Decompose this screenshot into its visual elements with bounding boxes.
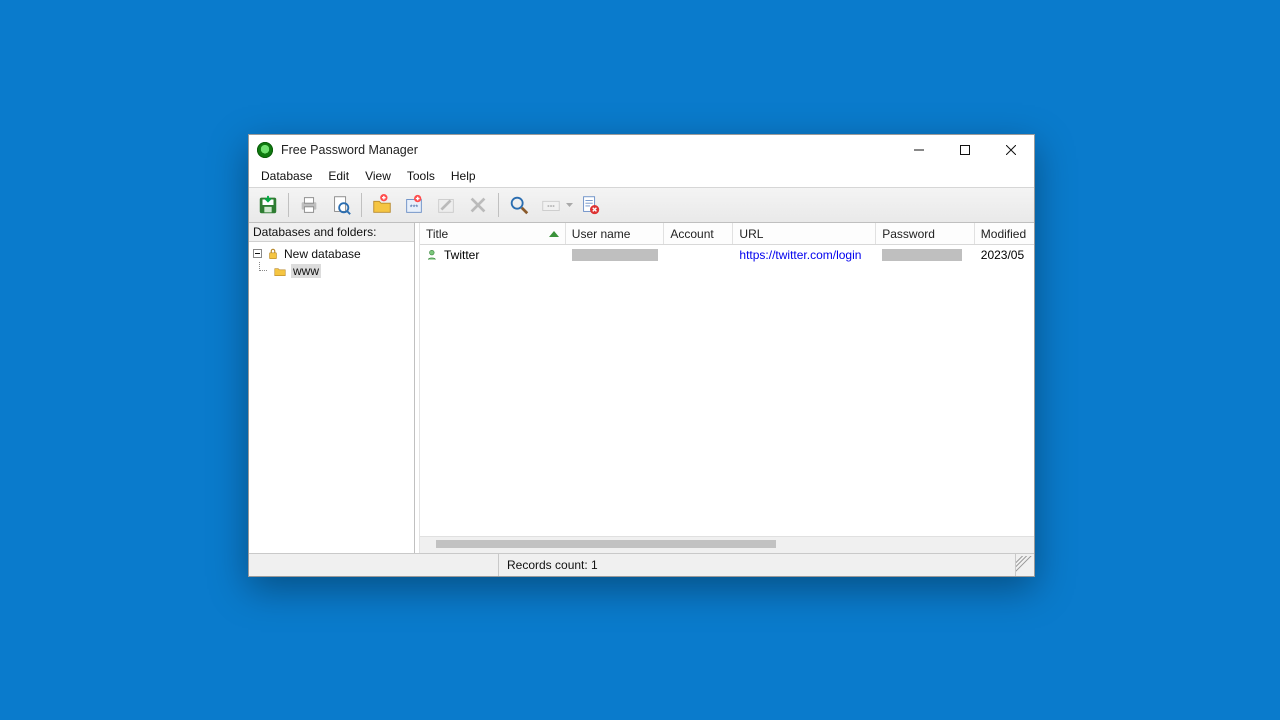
entry-url-cell: https://twitter.com/login <box>733 248 876 262</box>
save-database-button[interactable] <box>253 190 283 220</box>
entry-user-cell <box>566 249 665 261</box>
page-delete-icon <box>579 194 601 216</box>
tree-root-database[interactable]: New database <box>251 245 412 262</box>
close-button[interactable] <box>988 135 1034 165</box>
page-magnifier-icon <box>330 194 352 216</box>
magnifier-icon <box>508 194 530 216</box>
resize-grip-icon[interactable] <box>1016 556 1032 572</box>
minimize-button[interactable] <box>896 135 942 165</box>
tree-root-label: New database <box>284 247 361 261</box>
folder-tree[interactable]: New database www <box>249 242 414 553</box>
tree-folder-label: www <box>291 264 321 278</box>
entry-row[interactable]: Twitter https://twitter.com/login 2023/0… <box>420 245 1034 264</box>
entries-body[interactable]: Twitter https://twitter.com/login 2023/0… <box>420 245 1034 536</box>
menu-edit[interactable]: Edit <box>320 167 357 185</box>
sidebar-header: Databases and folders: <box>249 223 414 242</box>
menu-tools[interactable]: Tools <box>399 167 443 185</box>
floppy-save-icon <box>257 194 279 216</box>
menu-help[interactable]: Help <box>443 167 484 185</box>
toolbar: *** <box>249 187 1034 223</box>
remove-from-clipboard-button[interactable] <box>575 190 605 220</box>
new-record-button[interactable]: *** <box>399 190 429 220</box>
app-window: Free Password Manager Database Edit View… <box>248 134 1035 577</box>
toolbar-separator <box>361 193 362 217</box>
column-password[interactable]: Password <box>876 223 975 244</box>
status-records-label: Records count: 1 <box>507 558 598 572</box>
copy-password-button[interactable]: ••• <box>536 190 566 220</box>
svg-text:•••: ••• <box>547 202 555 211</box>
column-modified[interactable]: Modified <box>975 223 1034 244</box>
print-preview-button[interactable] <box>326 190 356 220</box>
tree-folder-www[interactable]: www <box>251 262 412 279</box>
tree-connector <box>253 262 269 279</box>
scrollbar-thumb[interactable] <box>436 540 776 548</box>
window-controls <box>896 135 1034 165</box>
main-body: Databases and folders: New database <box>249 223 1034 553</box>
entries-header: Title User name Account URL Password Mod… <box>420 223 1034 245</box>
column-account[interactable]: Account <box>664 223 733 244</box>
pencil-icon <box>435 194 457 216</box>
app-icon <box>257 142 273 158</box>
statusbar: Records count: 1 <box>249 553 1034 576</box>
password-field-icon: ••• <box>540 194 562 216</box>
folder-new-icon <box>371 194 393 216</box>
sidebar: Databases and folders: New database <box>249 223 415 553</box>
masked-username <box>572 249 659 261</box>
column-user-name[interactable]: User name <box>566 223 665 244</box>
sort-ascending-icon <box>549 231 559 237</box>
entry-modified: 2023/05 <box>981 248 1024 262</box>
toolbar-separator <box>288 193 289 217</box>
entry-title: Twitter <box>444 248 479 262</box>
window-title: Free Password Manager <box>281 143 418 157</box>
folder-icon <box>273 264 287 278</box>
entry-password-cell <box>876 249 975 261</box>
column-title-label: Title <box>426 227 448 241</box>
printer-icon <box>298 194 320 216</box>
record-new-icon: *** <box>403 194 425 216</box>
entries-panel: Title User name Account URL Password Mod… <box>419 223 1034 553</box>
database-lock-icon <box>266 247 280 261</box>
entry-url[interactable]: https://twitter.com/login <box>739 248 861 262</box>
status-pane-left <box>249 554 499 576</box>
entry-title-cell: Twitter <box>420 248 566 262</box>
new-folder-button[interactable] <box>367 190 397 220</box>
column-url[interactable]: URL <box>733 223 876 244</box>
toolbar-separator <box>498 193 499 217</box>
entry-modified-cell: 2023/05 <box>975 248 1034 262</box>
horizontal-scrollbar[interactable] <box>420 536 1034 553</box>
maximize-button[interactable] <box>942 135 988 165</box>
menubar: Database Edit View Tools Help <box>249 165 1034 187</box>
delete-x-icon <box>467 194 489 216</box>
search-button[interactable] <box>504 190 534 220</box>
delete-record-button[interactable] <box>463 190 493 220</box>
status-records: Records count: 1 <box>499 554 1016 576</box>
copy-password-dropdown[interactable] <box>565 202 573 209</box>
masked-password <box>882 249 962 261</box>
tree-collapse-icon[interactable] <box>253 249 262 258</box>
print-button[interactable] <box>294 190 324 220</box>
column-title[interactable]: Title <box>420 223 566 244</box>
menu-view[interactable]: View <box>357 167 399 185</box>
edit-record-button[interactable] <box>431 190 461 220</box>
user-key-icon <box>426 248 440 262</box>
svg-text:***: *** <box>410 203 419 212</box>
titlebar: Free Password Manager <box>249 135 1034 165</box>
menu-database[interactable]: Database <box>253 167 320 185</box>
